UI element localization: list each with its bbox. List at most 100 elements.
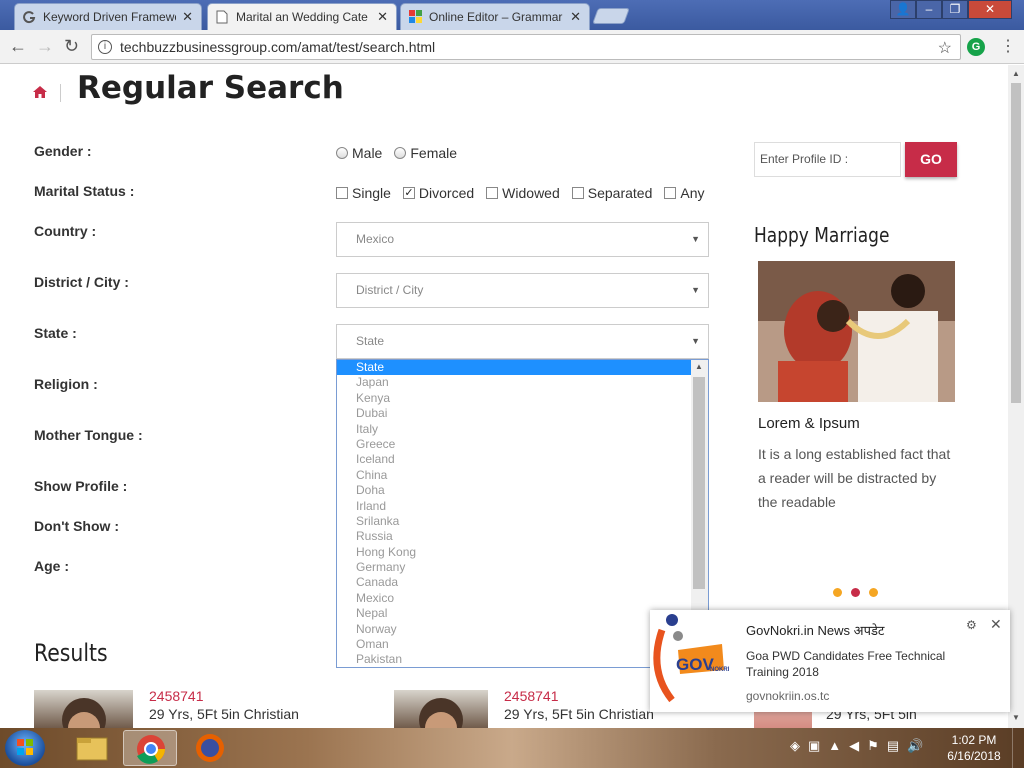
- state-option[interactable]: Russia: [337, 529, 692, 544]
- state-option[interactable]: Mexico: [337, 591, 692, 606]
- divorced-label: Divorced: [418, 185, 475, 201]
- logo-text: GOV: [676, 655, 714, 674]
- state-option[interactable]: Nepal: [337, 606, 692, 621]
- result-id-link[interactable]: 2458741: [149, 688, 204, 704]
- forward-arrow-icon[interactable]: →: [36, 36, 54, 57]
- home-icon[interactable]: [33, 85, 47, 102]
- state-option[interactable]: Oman: [337, 637, 692, 652]
- state-option[interactable]: Canada: [337, 575, 692, 590]
- tray-expand-icon[interactable]: ▲: [828, 738, 841, 754]
- state-option[interactable]: Pakistan: [337, 652, 692, 667]
- any-checkbox[interactable]: [664, 187, 677, 199]
- page-scrollbar[interactable]: ▲ ▼: [1008, 65, 1024, 728]
- grammarly-extension-icon[interactable]: G: [967, 38, 985, 56]
- tab-marital-wedding[interactable]: Marital an Wedding Cate ✕: [207, 3, 397, 30]
- page-scroll-thumb[interactable]: [1011, 83, 1021, 403]
- window-close-icon[interactable]: ✕: [968, 0, 1012, 19]
- result-photo[interactable]: [394, 690, 488, 728]
- chrome-icon[interactable]: [123, 730, 177, 766]
- single-checkbox[interactable]: [336, 187, 348, 199]
- windows-start-icon[interactable]: [5, 730, 45, 766]
- divorced-checkbox[interactable]: ✓: [402, 187, 415, 199]
- close-icon[interactable]: ✕: [570, 9, 581, 25]
- info-icon[interactable]: i: [98, 40, 112, 54]
- state-option[interactable]: Greece: [337, 437, 692, 452]
- result-info: 29 Yrs, 5Ft 5in Christian: [504, 706, 654, 722]
- reload-icon[interactable]: ↻: [64, 36, 79, 57]
- tray-device-icon[interactable]: ▣: [808, 738, 820, 754]
- profile-id-placeholder: Enter Profile ID :: [760, 152, 849, 166]
- female-radio[interactable]: [394, 147, 407, 159]
- female-label: Female: [410, 145, 458, 161]
- file-explorer-icon[interactable]: [65, 730, 119, 766]
- state-option[interactable]: Doha: [337, 483, 692, 498]
- network-icon[interactable]: ▤: [887, 738, 899, 754]
- carousel-dot[interactable]: [869, 588, 878, 597]
- state-option[interactable]: Irland: [337, 499, 692, 514]
- close-icon[interactable]: ✕: [182, 9, 193, 25]
- state-option[interactable]: Iceland: [337, 452, 692, 467]
- back-arrow-icon[interactable]: ←: [9, 36, 27, 57]
- bookmark-star-icon[interactable]: ☆: [938, 38, 952, 58]
- minimize-icon[interactable]: –: [916, 0, 942, 19]
- state-select[interactable]: State ▼: [336, 324, 709, 359]
- browser-toolbar: ← → ↻ i techbuzzbusinessgroup.com/amat/t…: [0, 30, 1024, 64]
- state-option[interactable]: Italy: [337, 422, 692, 437]
- close-icon[interactable]: ✕: [990, 616, 1002, 633]
- action-center-flag-icon[interactable]: ⚑: [867, 738, 879, 754]
- state-option[interactable]: Norway: [337, 622, 692, 637]
- address-bar[interactable]: i techbuzzbusinessgroup.com/amat/test/se…: [91, 34, 961, 60]
- widowed-checkbox[interactable]: [486, 187, 499, 199]
- happy-marriage-title: Happy Marriage: [754, 223, 890, 247]
- carousel-dot[interactable]: [833, 588, 842, 597]
- scroll-up-icon[interactable]: ▲: [1012, 69, 1020, 78]
- system-tray: ◈ ▣ ▲ ◀ ⚑ ▤ 🔊: [790, 738, 923, 754]
- speaker-icon[interactable]: 🔊: [907, 738, 923, 754]
- url-text: techbuzzbusinessgroup.com/amat/test/sear…: [120, 39, 436, 55]
- state-option[interactable]: Srilanka: [337, 514, 692, 529]
- dropdown-scroll-thumb[interactable]: [693, 377, 705, 589]
- new-tab-button[interactable]: [592, 8, 630, 24]
- carousel-dot-active[interactable]: [851, 588, 860, 597]
- logo-subtext: NOKRI: [710, 667, 730, 673]
- taskbar-clock[interactable]: 1:02 PM 6/16/2018: [944, 732, 1004, 764]
- country-select[interactable]: Mexico ▼: [336, 222, 709, 257]
- state-label: State :: [34, 325, 77, 341]
- clock-date: 6/16/2018: [947, 749, 1001, 763]
- govnokri-logo: GOV NOKRI: [650, 610, 736, 712]
- male-radio[interactable]: [336, 147, 348, 159]
- gear-icon[interactable]: ⚙: [966, 618, 977, 632]
- go-button[interactable]: GO: [905, 142, 957, 177]
- state-option[interactable]: Japan: [337, 375, 692, 390]
- state-option[interactable]: Dubai: [337, 406, 692, 421]
- tab-keyword-driven[interactable]: Keyword Driven Framewo ✕: [14, 3, 202, 30]
- show-desktop-button[interactable]: [1012, 728, 1024, 768]
- result-photo[interactable]: [34, 690, 133, 728]
- state-option[interactable]: State: [337, 360, 692, 376]
- user-icon[interactable]: 👤: [890, 0, 916, 19]
- push-notification[interactable]: GOV NOKRI GovNokri.in News अपडेट Goa PWD…: [650, 610, 1010, 712]
- firefox-icon[interactable]: [183, 730, 237, 766]
- clock-time: 1:02 PM: [951, 733, 997, 747]
- state-option[interactable]: Kenya: [337, 391, 692, 406]
- browser-tab-strip: Keyword Driven Framewo ✕ Marital an Wedd…: [0, 0, 1024, 30]
- couple-name: Lorem & Ipsum: [758, 415, 860, 432]
- maximize-icon[interactable]: ❐: [942, 0, 968, 19]
- separated-checkbox[interactable]: [571, 187, 584, 199]
- close-icon[interactable]: ✕: [377, 9, 388, 25]
- state-option[interactable]: Hong Kong: [337, 545, 692, 560]
- result-id-link[interactable]: 2458741: [504, 688, 559, 704]
- state-option[interactable]: China: [337, 468, 692, 483]
- district-city-select[interactable]: District / City ▼: [336, 273, 709, 308]
- tray-app-icon[interactable]: ◈: [790, 738, 800, 754]
- notification-source: govnokriin.os.tc: [746, 689, 830, 703]
- volume-alert-icon[interactable]: ◀: [849, 738, 859, 754]
- tab-online-editor[interactable]: Online Editor – Grammar ✕: [400, 3, 590, 30]
- separated-label: Separated: [587, 185, 653, 201]
- state-option[interactable]: Germany: [337, 560, 692, 575]
- scroll-down-icon[interactable]: ▼: [1012, 713, 1020, 722]
- scroll-up-icon[interactable]: ▲: [695, 362, 703, 371]
- profile-id-input[interactable]: Enter Profile ID :: [754, 142, 901, 177]
- tab-title: Online Editor – Grammar: [429, 10, 563, 24]
- menu-dots-icon[interactable]: ⋮: [1000, 36, 1016, 56]
